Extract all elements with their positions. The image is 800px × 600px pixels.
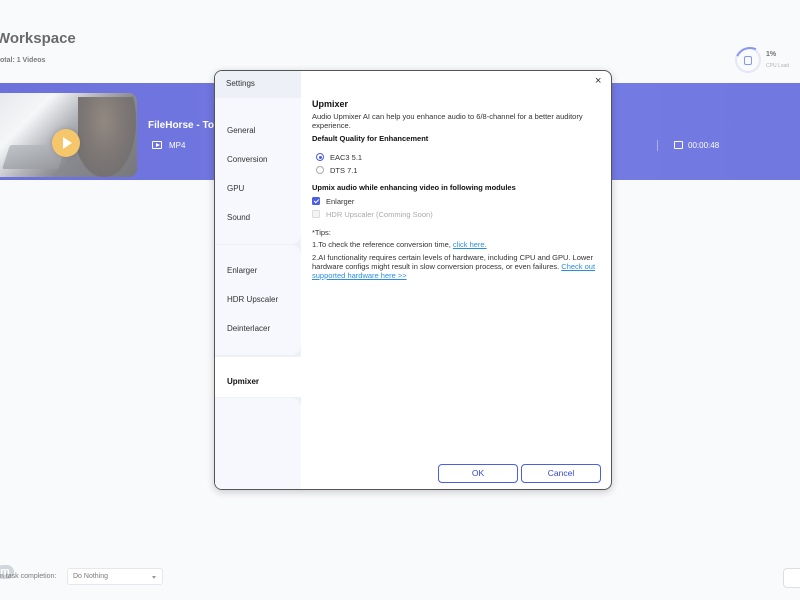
sidebar-item-sound[interactable]: Sound — [227, 213, 250, 222]
sidebar-item-general[interactable]: General — [227, 126, 255, 135]
click-here-link[interactable]: click here. — [453, 240, 487, 249]
sidebar-group-general: General Conversion GPU Sound — [215, 98, 301, 244]
section-title: Upmixer — [312, 99, 349, 109]
settings-sidebar: Settings General Conversion GPU Sound En… — [215, 71, 301, 489]
settings-dialog: Settings General Conversion GPU Sound En… — [214, 70, 612, 490]
sidebar-group-ai: Enlarger HDR Upscaler Deinterlacer — [215, 245, 301, 355]
radio-eac3[interactable] — [316, 153, 324, 161]
tip-2-text: 2.AI functionality requires certain leve… — [312, 253, 593, 271]
sidebar-filler — [215, 398, 301, 489]
tips-heading: *Tips: — [312, 228, 331, 237]
cancel-button[interactable]: Cancel — [521, 464, 601, 483]
sidebar-item-upmixer[interactable]: Upmixer — [227, 377, 259, 386]
dialog-title: Settings — [226, 79, 255, 88]
sidebar-item-hdr-upscaler[interactable]: HDR Upscaler — [227, 295, 278, 304]
sidebar-item-conversion[interactable]: Conversion — [227, 155, 267, 164]
sidebar-item-deinterlacer[interactable]: Deinterlacer — [227, 324, 270, 333]
quality-heading: Default Quality for Enhancement — [312, 134, 429, 143]
sidebar-item-enlarger[interactable]: Enlarger — [227, 266, 257, 275]
modules-heading: Upmix audio while enhancing video in fol… — [312, 183, 516, 192]
checkbox-hdr-upscaler-label: HDR Upscaler (Comming Soon) — [326, 210, 433, 219]
sidebar-item-gpu[interactable]: GPU — [227, 184, 244, 193]
checkbox-enlarger-label[interactable]: Enlarger — [326, 197, 354, 206]
tip-1-text: 1.To check the reference conversion time… — [312, 240, 453, 249]
checkbox-enlarger[interactable] — [312, 197, 320, 205]
section-description: Audio Upmixer AI can help you enhance au… — [312, 112, 583, 130]
tip-1: 1.To check the reference conversion time… — [312, 240, 597, 249]
sidebar-group-active: Upmixer — [215, 357, 301, 397]
tip-2: 2.AI functionality requires certain leve… — [312, 253, 597, 280]
radio-eac3-label[interactable]: EAC3 5.1 — [330, 153, 362, 162]
close-icon[interactable]: × — [595, 75, 601, 87]
radio-dts-label[interactable]: DTS 7.1 — [330, 166, 358, 175]
ok-button[interactable]: OK — [438, 464, 518, 483]
radio-dts[interactable] — [316, 166, 324, 174]
checkbox-hdr-upscaler — [312, 210, 320, 218]
